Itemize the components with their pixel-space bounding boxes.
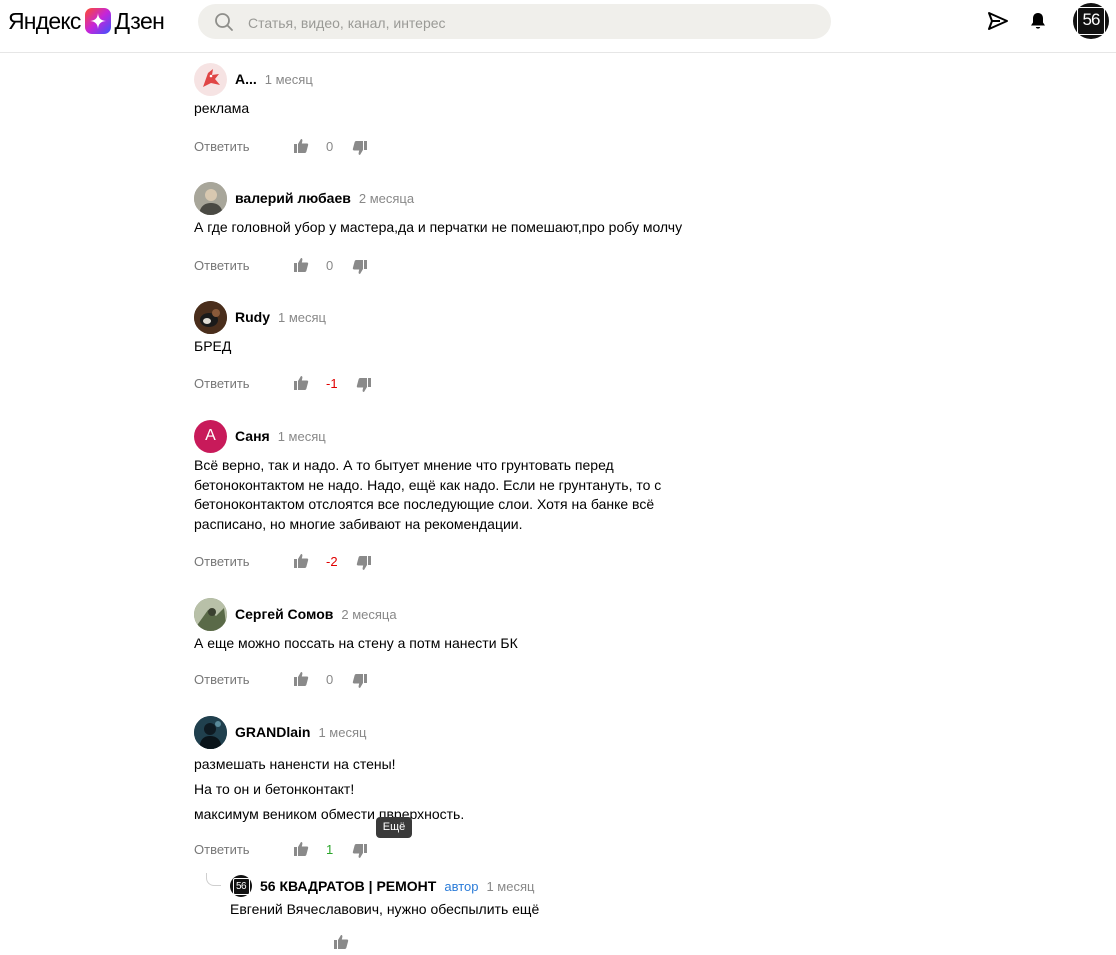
reply-button[interactable]: Ответить — [194, 670, 250, 690]
search-icon — [214, 12, 234, 37]
comment-actions: Ответить -2 — [194, 552, 394, 572]
author-badge: автор — [444, 878, 479, 894]
avatar-text: 56 — [1077, 7, 1105, 35]
comment-time: 1 месяц — [318, 724, 367, 740]
comment-time: 1 месяц — [278, 309, 326, 325]
reply-button[interactable]: Ответить — [194, 374, 250, 394]
send-icon[interactable] — [986, 9, 1010, 33]
avatar[interactable] — [194, 62, 227, 96]
comment-text-line: На то он и бетонконтакт! — [194, 781, 355, 797]
reply-button[interactable]: Ответить — [194, 840, 250, 860]
comment-text: размешать наненсти на стены! На то он и … — [194, 752, 464, 827]
more-tooltip: Ещё — [376, 817, 412, 838]
rating-count: 1 — [326, 842, 334, 857]
rating-count: 0 — [326, 139, 334, 154]
thumbs-up-icon[interactable] — [293, 138, 309, 154]
search-bar[interactable] — [198, 4, 831, 41]
rating-count: 0 — [326, 672, 334, 687]
user-avatar[interactable]: 56 — [1073, 3, 1109, 39]
comment-actions: Ответить -1 — [194, 374, 394, 394]
comment-text-line: расписано, но многие забивают на рекомен… — [194, 515, 523, 532]
comment-header: Сергей Сомов 2 месяца — [194, 597, 397, 631]
thumbs-down-icon[interactable] — [352, 843, 368, 859]
thumbs-up-icon[interactable] — [293, 841, 309, 857]
dzen-star-icon — [84, 8, 111, 34]
logo-dzen-text: Дзен — [114, 7, 165, 34]
avatar[interactable]: 56 — [230, 875, 252, 897]
comment-text: реклама — [194, 99, 249, 119]
thumbs-up-icon[interactable] — [293, 553, 309, 569]
comment-actions: Ответить 0 — [194, 137, 394, 157]
comment-author[interactable]: Саня — [235, 428, 270, 444]
thumbs-up-icon[interactable] — [293, 375, 309, 391]
comment-actions: Ответить 1 — [194, 840, 394, 860]
avatar-text: 56 — [232, 877, 250, 895]
thumbs-up-icon[interactable] — [333, 934, 349, 955]
thumbs-down-icon[interactable] — [356, 377, 372, 393]
avatar[interactable] — [194, 181, 227, 215]
comment-text-line: размешать наненсти на стены! — [194, 756, 396, 772]
comment-time: 1 месяц — [277, 428, 326, 444]
comment-text: Евгений Вячеславович, нужно обеспылить е… — [230, 900, 539, 920]
comment-text: А где головной убор у мастера,да и перча… — [194, 218, 682, 238]
comment-time: 2 месяца — [358, 190, 415, 206]
comment-author[interactable]: А... — [235, 71, 257, 87]
comment-author[interactable]: Rudy — [235, 309, 270, 325]
comment-text: БРЕД — [194, 337, 231, 357]
reply-button[interactable]: Ответить — [194, 256, 250, 276]
comment-header: валерий любаев 2 месяца — [194, 181, 415, 215]
comment-text-line: реклама — [194, 100, 250, 116]
avatar[interactable] — [194, 715, 227, 749]
logo-yandex-text: Яндекс — [8, 7, 81, 34]
thumbs-down-icon[interactable] — [352, 259, 368, 275]
avatar[interactable]: А — [194, 419, 227, 453]
logo[interactable]: Яндекс Дзен — [8, 7, 165, 34]
thumbs-up-icon[interactable] — [293, 671, 309, 687]
comment-text-line: бетоноконтактом отслоятся все последующи… — [194, 496, 655, 512]
comment-text-line: А еще можно поссать на стену а потм нане… — [194, 635, 518, 651]
comment-text: Всё верно, так и надо. А то бытует мнени… — [194, 456, 661, 534]
thumbs-up-icon[interactable] — [293, 257, 309, 273]
comment-header: GRANDlain 1 месяц — [194, 715, 367, 749]
search-input[interactable] — [246, 4, 820, 41]
comment-time: 1 месяц — [264, 71, 313, 87]
thumbs-down-icon[interactable] — [352, 673, 368, 689]
notifications-bell-icon[interactable] — [1026, 9, 1050, 33]
comment-time: 2 месяца — [341, 606, 397, 622]
comment-text: А еще можно поссать на стену а потм нане… — [194, 634, 518, 654]
comment-text-line: БРЕД — [194, 338, 232, 354]
comment-author[interactable]: GRANDlain — [235, 724, 310, 740]
rating-count: -1 — [326, 376, 338, 391]
reply-button[interactable]: Ответить — [194, 137, 250, 157]
comment-text-line: максимум веником обмести пврерхность. — [194, 806, 465, 822]
thumbs-down-icon[interactable] — [356, 555, 372, 571]
comment-header: А Саня 1 месяц — [194, 419, 326, 453]
comment-text-line: А где головной убор у мастера,да и перча… — [194, 219, 683, 235]
comment-author[interactable]: валерий любаев — [235, 190, 351, 206]
thumbs-down-icon[interactable] — [352, 140, 368, 156]
comment-header: Rudy 1 месяц — [194, 300, 326, 334]
comment-time: 1 месяц — [486, 878, 535, 894]
comment-header: 56 56 КВАДРАТОВ | РЕМОНТ автор 1 месяц — [230, 875, 534, 897]
rating-count: -2 — [326, 554, 338, 569]
comment-text-line: Всё верно, так и надо. А то бытует мнени… — [194, 457, 614, 473]
comment-actions: Ответить 0 — [194, 670, 394, 690]
avatar-letter: А — [205, 427, 216, 444]
avatar[interactable] — [194, 300, 227, 334]
rating-count: 0 — [326, 258, 334, 273]
comment-actions: Ответить 0 — [194, 256, 394, 276]
comment-header: А... 1 месяц — [194, 62, 313, 96]
reply-thread-connector — [206, 873, 221, 886]
comment-author[interactable]: 56 КВАДРАТОВ | РЕМОНТ — [260, 878, 436, 894]
avatar[interactable] — [194, 597, 227, 631]
comment-author[interactable]: Сергей Сомов — [235, 606, 333, 622]
comment-text-line: бетоноконтактом не надо. Надо, ещё как н… — [194, 476, 662, 493]
reply-button[interactable]: Ответить — [194, 552, 250, 572]
top-header: Яндекс Дзен 56 — [0, 0, 1116, 53]
comment-text-line: Евгений Вячеславович, нужно обеспылить е… — [230, 901, 540, 917]
